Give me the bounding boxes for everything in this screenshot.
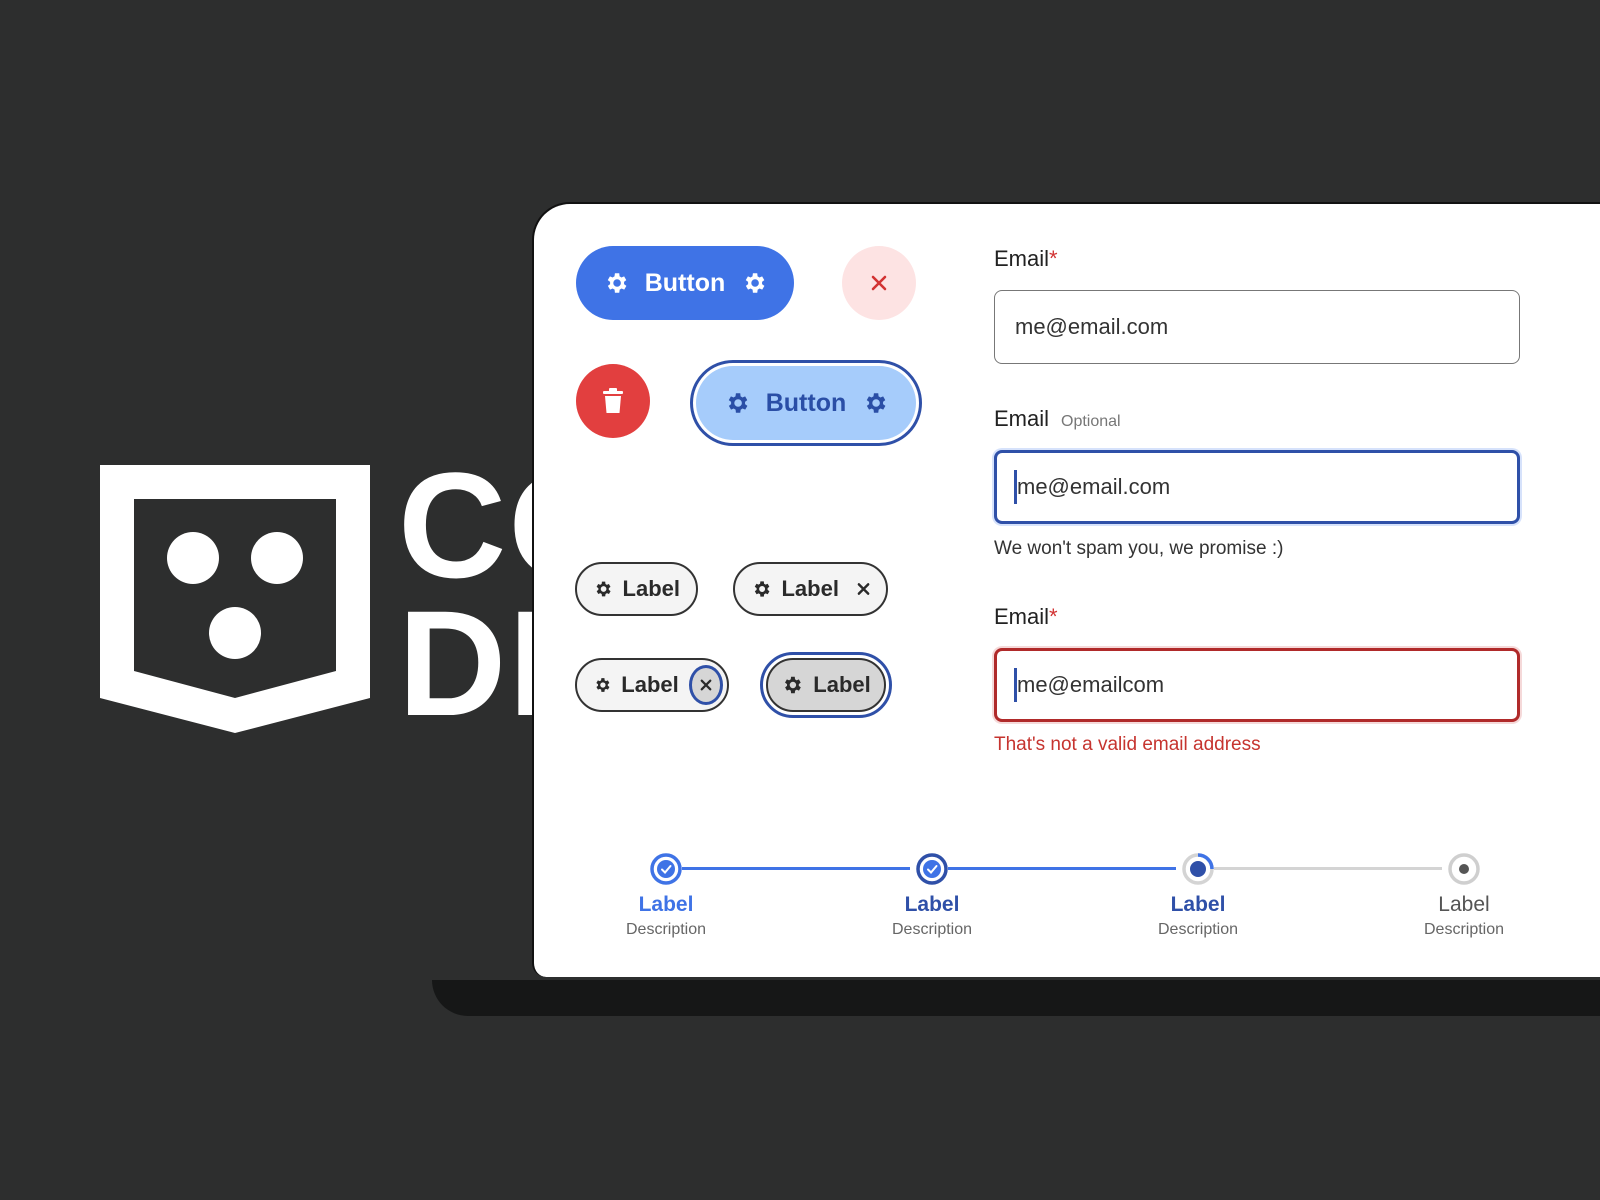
chip-focused[interactable]: Label [766, 658, 886, 712]
email-field[interactable] [994, 290, 1520, 364]
step-description: Description [625, 921, 707, 938]
chip-label: Label [622, 576, 680, 601]
step-item[interactable]: Label Description [1118, 852, 1278, 939]
gear-icon [754, 581, 770, 597]
step-label: Label [638, 893, 694, 916]
step-description: Description [1157, 921, 1239, 938]
step-item[interactable]: Label Description [1384, 852, 1544, 939]
pending-circle-icon [1448, 853, 1480, 885]
trash-icon [603, 388, 623, 413]
gear-icon [596, 581, 611, 597]
email-field-focused[interactable] [994, 450, 1520, 524]
chip-removable[interactable]: Label [733, 562, 888, 616]
optional-tag: Optional [1061, 413, 1121, 430]
gear-icon [596, 678, 610, 692]
focused-button[interactable]: Button [696, 366, 916, 440]
step-label: Label [1438, 893, 1490, 916]
chip-remove-button[interactable] [688, 665, 723, 705]
step-label: Label [1170, 893, 1226, 916]
check-circle-icon [650, 853, 682, 885]
helper-text: We won't spam you, we promise :) [994, 538, 1284, 559]
text-caret [1014, 470, 1017, 504]
check-circle-icon [916, 853, 948, 885]
close-icon[interactable] [857, 582, 870, 596]
error-message: That's not a valid email address [994, 734, 1261, 755]
step-label: Label [904, 893, 960, 916]
email-field-error[interactable] [994, 648, 1520, 722]
email-field-label: Email * [994, 604, 1058, 630]
field-label-text: Email [994, 246, 1050, 271]
gear-icon [728, 393, 748, 413]
required-marker: * [1049, 604, 1058, 629]
primary-button-label: Button [644, 268, 726, 297]
step-item[interactable]: Label Description [586, 852, 746, 939]
in-progress-icon [1182, 853, 1214, 885]
focused-button-ring: Button [690, 360, 922, 446]
chip-focused-ring: Label [760, 652, 892, 718]
step-description: Description [891, 921, 973, 938]
delete-button[interactable] [576, 364, 650, 438]
close-icon [700, 679, 712, 691]
gear-icon [607, 273, 627, 293]
gear-icon [785, 676, 802, 694]
component-showcase-panel: Button Button Label Label Label Label Em… [532, 202, 1600, 977]
step-description: Description [1423, 921, 1505, 938]
progress-stepper: Label Description Label Description Labe… [534, 832, 1600, 938]
chip[interactable]: Label [575, 562, 698, 616]
chip-label: Label [813, 672, 871, 697]
close-icon [871, 275, 887, 291]
chip-label: Label [621, 672, 679, 697]
device-base [432, 980, 1600, 1016]
text-caret [1014, 668, 1017, 702]
chip-label: Label [781, 576, 839, 601]
chip-remove-focused[interactable]: Label [575, 658, 729, 712]
primary-button[interactable]: Button [576, 246, 794, 320]
field-label-text: Email [994, 406, 1050, 431]
brand-logo-icon [100, 465, 370, 733]
step-item[interactable]: Label Description [852, 852, 1012, 939]
gear-icon [867, 393, 886, 413]
field-label-text: Email [994, 604, 1050, 629]
email-field-label: Email Optional [994, 406, 1121, 432]
required-marker: * [1049, 246, 1058, 271]
close-button[interactable] [842, 246, 916, 320]
email-field-label: Email * [994, 246, 1058, 272]
focused-button-label: Button [765, 388, 847, 417]
gear-icon [746, 273, 765, 293]
